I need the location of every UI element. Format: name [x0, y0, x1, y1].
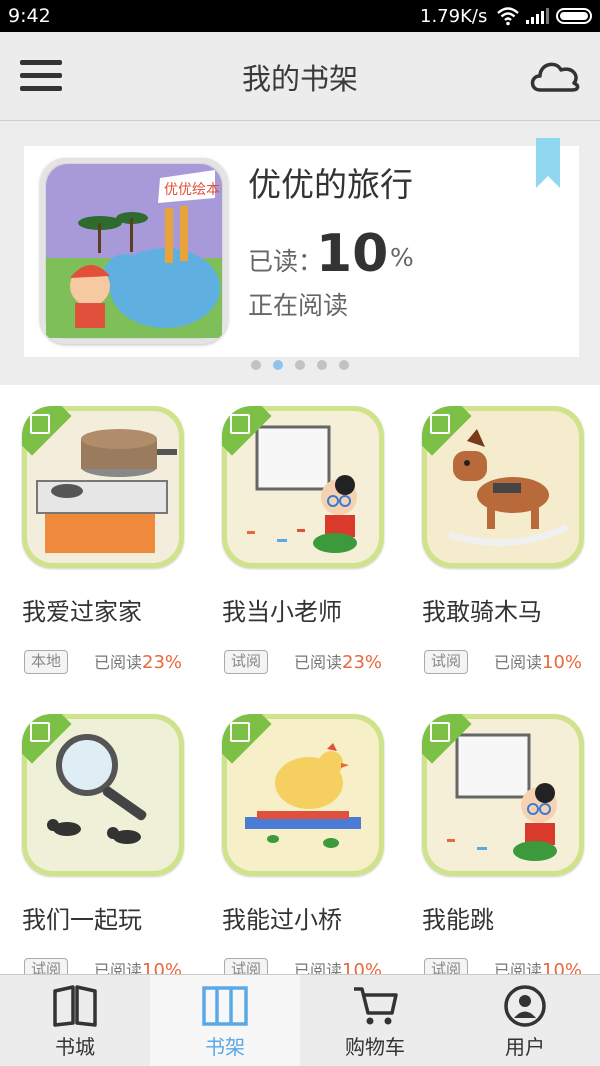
carousel-dot-active[interactable]	[273, 360, 283, 370]
book-title: 我当小老师	[222, 598, 342, 626]
book-badge-icon	[430, 722, 450, 742]
book-progress: 已阅读23%	[294, 649, 382, 673]
book-item[interactable]: 我们一起玩 试阅 已阅读10%	[0, 694, 200, 976]
book-cover[interactable]	[22, 714, 184, 876]
bookshelf-icon	[202, 986, 248, 1026]
carousel-dot[interactable]	[295, 360, 305, 370]
status-time: 9:42	[8, 5, 51, 27]
cart-icon	[354, 987, 398, 1025]
book-tag: 本地	[24, 650, 69, 674]
wifi-icon	[497, 7, 519, 26]
book-badge-icon	[30, 414, 50, 434]
progress-value: 10%	[542, 652, 583, 673]
tab-cart[interactable]: 购物车	[300, 975, 450, 1066]
bookshelf-grid: 我爱过家家 本地 已阅读23% 我当小老师 试阅 已阅读23% 我敢骑木马 试阅…	[0, 386, 600, 976]
cloud-icon[interactable]	[528, 56, 582, 96]
progress-value: 23%	[342, 652, 383, 673]
book-item[interactable]: 我能过小桥 试阅 已阅读10%	[200, 694, 400, 976]
book-progress: 已阅读23%	[94, 649, 182, 673]
network-speed: 1.79K/s	[420, 6, 488, 27]
reading-status: 正在阅读	[248, 291, 349, 320]
book-cover[interactable]	[222, 714, 384, 876]
carousel-dot[interactable]	[317, 360, 327, 370]
book-item[interactable]: 我当小老师 试阅 已阅读23%	[200, 386, 400, 686]
book-title: 我们一起玩	[22, 906, 142, 934]
book-icon	[53, 985, 97, 1027]
bookmark-icon[interactable]	[536, 138, 560, 188]
book-title: 我能跳	[422, 906, 494, 934]
book-badge-icon	[230, 722, 250, 742]
read-label: 已读：	[248, 247, 324, 276]
book-badge-icon	[30, 722, 50, 742]
book-badge-icon	[430, 414, 450, 434]
app-header: 我的书架	[0, 32, 600, 121]
bottom-tab-bar: 书城 书架 购物车 用户	[0, 974, 600, 1066]
user-icon	[504, 985, 546, 1027]
featured-book-cover[interactable]: 优优绘本	[40, 158, 228, 344]
tab-label: 书城	[55, 1035, 95, 1059]
book-tag: 试阅	[424, 650, 469, 674]
book-title: 我敢骑木马	[422, 598, 542, 626]
read-percent: 10	[316, 224, 389, 284]
book-cover[interactable]	[422, 406, 584, 568]
progress-label: 已阅读	[294, 653, 343, 672]
book-cover[interactable]	[222, 406, 384, 568]
carousel-dot[interactable]	[251, 360, 261, 370]
book-cover[interactable]	[22, 406, 184, 568]
book-title: 我爱过家家	[22, 598, 142, 626]
progress-label: 已阅读	[494, 653, 543, 672]
carousel-indicator	[0, 360, 600, 370]
featured-book-title: 优优的旅行	[248, 165, 413, 204]
book-tag: 试阅	[224, 650, 269, 674]
featured-carousel: 优优绘本 优优的旅行 已读： 10 % 正在阅读	[0, 121, 600, 385]
book-item[interactable]: 我敢骑木马 试阅 已阅读10%	[400, 386, 600, 686]
percent-sign: %	[390, 243, 414, 272]
book-item[interactable]: 我能跳 试阅 已阅读10%	[400, 694, 600, 976]
tab-bookshelf[interactable]: 书架	[150, 975, 300, 1066]
book-item[interactable]: 我爱过家家 本地 已阅读23%	[0, 386, 200, 686]
signal-icon	[526, 8, 549, 24]
tab-label: 用户	[505, 1035, 545, 1059]
status-bar: 9:42 1.79K/s	[0, 0, 600, 32]
tab-label: 购物车	[345, 1035, 405, 1059]
battery-icon	[556, 8, 592, 24]
book-badge-icon	[230, 414, 250, 434]
progress-value: 23%	[142, 652, 183, 673]
tab-label: 书架	[205, 1035, 245, 1059]
book-cover[interactable]	[422, 714, 584, 876]
svg-text:优优绘本: 优优绘本	[164, 182, 220, 198]
tab-bookstore[interactable]: 书城	[0, 975, 150, 1066]
page-title: 我的书架	[241, 62, 358, 96]
carousel-dot[interactable]	[339, 360, 349, 370]
featured-cover-illustration: 优优绘本	[46, 164, 222, 338]
tab-user[interactable]: 用户	[450, 975, 600, 1066]
featured-book-card[interactable]: 优优绘本 优优的旅行 已读： 10 % 正在阅读	[24, 138, 579, 357]
progress-label: 已阅读	[94, 653, 143, 672]
book-progress: 已阅读10%	[494, 649, 582, 673]
book-title: 我能过小桥	[222, 906, 342, 934]
